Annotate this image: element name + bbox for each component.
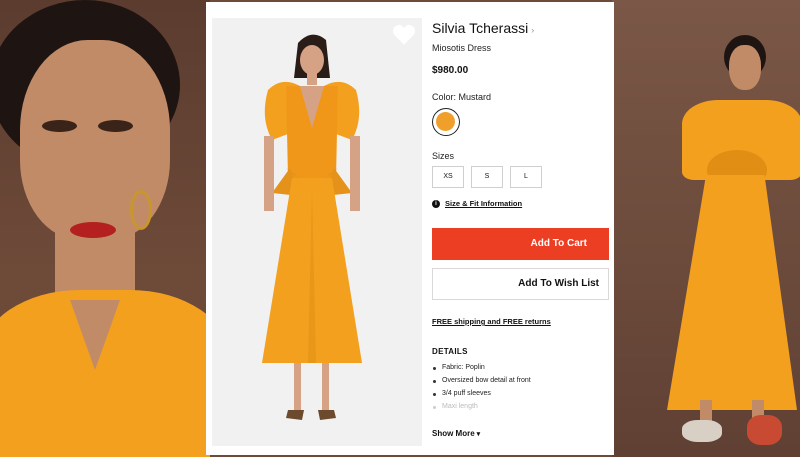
info-icon: i [432, 200, 440, 208]
heart-icon[interactable] [392, 24, 416, 46]
show-more-label: Show More [432, 429, 475, 438]
add-to-wishlist-button[interactable]: Add To Wish List [432, 268, 609, 300]
left-photo [0, 0, 210, 457]
details-heading: DETAILS [432, 347, 468, 356]
size-button-s[interactable]: S [471, 166, 503, 188]
brand-name[interactable]: Silvia Tcherassi › [432, 20, 534, 36]
model-figure [212, 18, 422, 446]
list-item: 3/4 puff sleeves [432, 390, 531, 403]
product-card: Silvia Tcherassi › Miosotis Dress $980.00… [206, 2, 614, 455]
swatch-fill [436, 112, 455, 131]
size-fit-link[interactable]: Size & Fit Information [445, 199, 522, 208]
sizes-label: Sizes [432, 151, 455, 161]
product-info: Silvia Tcherassi › Miosotis Dress $980.00… [432, 2, 612, 455]
size-button-l[interactable]: L [510, 166, 542, 188]
add-to-cart-button[interactable]: Add To Cart [432, 228, 609, 260]
brand-label: Silvia Tcherassi [432, 20, 529, 36]
show-more-button[interactable]: Show More ▾ [432, 429, 480, 438]
list-item: Maxi length [432, 403, 531, 416]
right-photo [612, 0, 800, 457]
details-list: Fabric: Poplin Oversized bow detail at f… [432, 364, 531, 416]
shipping-link[interactable]: FREE shipping and FREE returns [432, 317, 551, 326]
color-label: Color: Mustard [432, 92, 492, 102]
product-name: Miosotis Dress [432, 43, 492, 53]
brand-caret-icon: › [531, 25, 535, 35]
product-image[interactable] [212, 18, 422, 446]
color-swatch-mustard[interactable] [432, 108, 460, 136]
chevron-down-icon: ▾ [476, 431, 481, 438]
list-item: Oversized bow detail at front [432, 377, 531, 390]
list-item: Fabric: Poplin [432, 364, 531, 377]
size-button-xs[interactable]: XS [432, 166, 464, 188]
product-price: $980.00 [432, 65, 469, 76]
